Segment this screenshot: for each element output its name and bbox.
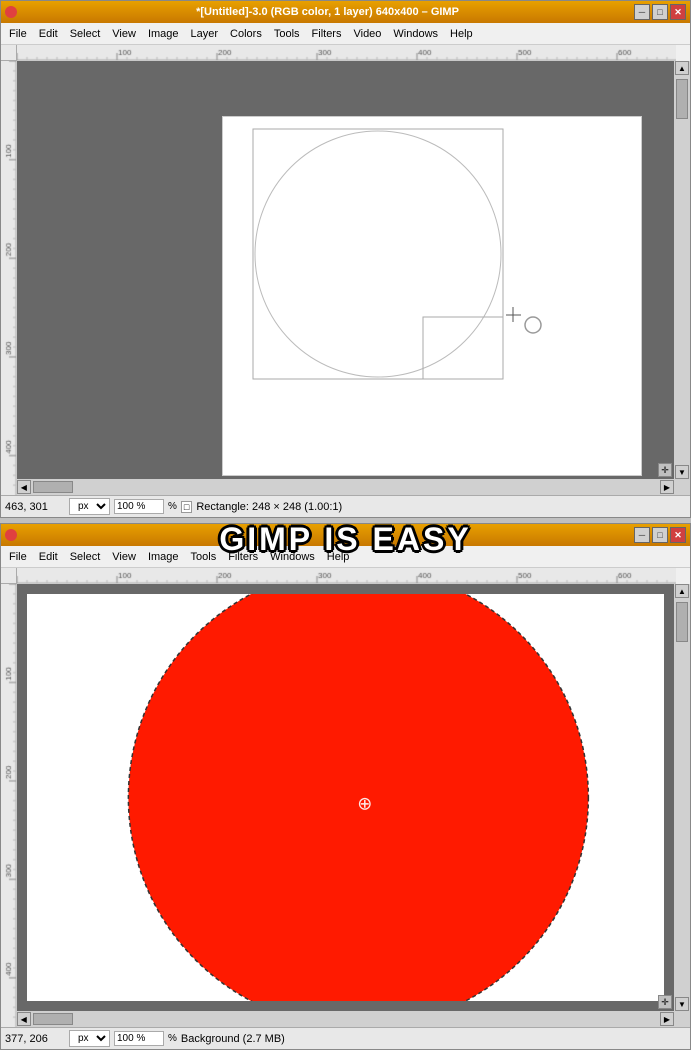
- menu-tools-1[interactable]: Tools: [268, 26, 306, 42]
- menu-image-2[interactable]: Image: [142, 549, 185, 565]
- menu-edit-2[interactable]: Edit: [33, 549, 64, 565]
- scrollbar-vertical-2[interactable]: ▲ ▼: [674, 584, 690, 1011]
- canvas-white-1: [222, 116, 642, 476]
- scroll-down-2[interactable]: ▼: [675, 997, 689, 1011]
- menu-layer-1[interactable]: Layer: [185, 26, 225, 42]
- unit-select-1[interactable]: px: [69, 498, 110, 515]
- scroll-corner-1: [674, 479, 690, 495]
- selection-icon-1: □: [181, 501, 192, 513]
- scroll-thumb-v-2[interactable]: [676, 602, 688, 642]
- statusbar-1: 463, 301 px % □ Rectangle: 248 × 248 (1.…: [1, 495, 690, 517]
- scrollbar-horizontal-1[interactable]: ◀ ▶: [17, 479, 674, 495]
- ruler-horizontal-2: [17, 568, 676, 584]
- menu-image-1[interactable]: Image: [142, 26, 185, 42]
- unit-select-2[interactable]: px: [69, 1030, 110, 1047]
- scroll-thumb-v-1[interactable]: [676, 79, 688, 119]
- statusbar-2: 377, 206 px % Background (2.7 MB): [1, 1027, 690, 1049]
- scroll-right-2[interactable]: ▶: [660, 1012, 674, 1026]
- zoom-input-2[interactable]: [114, 1031, 164, 1046]
- menu-select-2[interactable]: Select: [64, 549, 107, 565]
- close-button-1[interactable]: ✕: [670, 4, 686, 20]
- canvas-white-2: ⊕: [27, 594, 664, 1001]
- scroll-left-1[interactable]: ◀: [17, 480, 31, 494]
- menu-video-1[interactable]: Video: [347, 26, 387, 42]
- window-title-1: *[Untitled]-3.0 (RGB color, 1 layer) 640…: [21, 6, 634, 18]
- canvas-area-2: ⊕ ▲ ▼ ◀ ▶ ✛: [17, 584, 690, 1027]
- menu-file-2[interactable]: File: [3, 549, 33, 565]
- menu-select-1[interactable]: Select: [64, 26, 107, 42]
- menu-edit-1[interactable]: Edit: [33, 26, 64, 42]
- window-2: GIMP IS EASY GIMP IS EASY ─ □ ✕ File Edi…: [0, 523, 691, 1050]
- scrollbar-vertical-1[interactable]: ▲ ▼: [674, 61, 690, 479]
- scroll-thumb-h-1[interactable]: [33, 481, 73, 493]
- window-icon-1: [5, 6, 17, 18]
- canvas-area-1: ▲ ▼ ◀ ▶ ✛: [17, 61, 690, 495]
- menubar-1: File Edit Select View Image Layer Colors…: [1, 23, 690, 45]
- titlebar-1: *[Untitled]-3.0 (RGB color, 1 layer) 640…: [1, 1, 690, 23]
- ruler-vertical-2: [1, 584, 17, 1027]
- menu-colors-1[interactable]: Colors: [224, 26, 268, 42]
- status-info-2: Background (2.7 MB): [181, 1033, 686, 1045]
- status-info-1: Rectangle: 248 × 248 (1.00:1): [196, 501, 686, 513]
- canvas-drawing-2: ⊕: [27, 594, 664, 1001]
- scroll-up-1[interactable]: ▲: [675, 61, 689, 75]
- menu-help-1[interactable]: Help: [444, 26, 479, 42]
- ruler-vertical-1: [1, 61, 17, 495]
- scroll-left-2[interactable]: ◀: [17, 1012, 31, 1026]
- window-1: *[Untitled]-3.0 (RGB color, 1 layer) 640…: [0, 0, 691, 518]
- menu-tools-2[interactable]: Tools: [185, 549, 223, 565]
- maximize-button-1[interactable]: □: [652, 4, 668, 20]
- menu-view-1[interactable]: View: [106, 26, 142, 42]
- zoom-percent-1: %: [168, 501, 177, 512]
- nav-icon-1[interactable]: ✛: [658, 463, 672, 477]
- coords-1: 463, 301: [5, 501, 65, 513]
- coords-2: 377, 206: [5, 1033, 65, 1045]
- window-icon-2: [5, 529, 17, 541]
- scroll-right-1[interactable]: ▶: [660, 480, 674, 494]
- maximize-button-2[interactable]: □: [652, 527, 668, 543]
- svg-text:⊕: ⊕: [357, 794, 372, 814]
- scrollbar-horizontal-2[interactable]: ◀ ▶: [17, 1011, 674, 1027]
- zoom-input-1[interactable]: [114, 499, 164, 514]
- ruler-corner-2: [1, 568, 17, 584]
- ruler-horizontal-1: [17, 45, 676, 61]
- menu-filters-1[interactable]: Filters: [306, 26, 348, 42]
- titlebar-buttons-2: ─ □ ✕: [634, 527, 686, 543]
- minimize-button-2[interactable]: ─: [634, 527, 650, 543]
- scroll-down-1[interactable]: ▼: [675, 465, 689, 479]
- titlebar-2: GIMP IS EASY GIMP IS EASY ─ □ ✕: [1, 524, 690, 546]
- gimp-easy-overlay: GIMP IS EASY: [219, 521, 471, 558]
- menu-file-1[interactable]: File: [3, 26, 33, 42]
- menu-windows-1[interactable]: Windows: [387, 26, 444, 42]
- scroll-corner-2: [674, 1011, 690, 1027]
- scroll-up-2[interactable]: ▲: [675, 584, 689, 598]
- ruler-corner-1: [1, 45, 17, 61]
- menu-view-2[interactable]: View: [106, 549, 142, 565]
- canvas-drawing-1: [223, 117, 643, 477]
- zoom-percent-2: %: [168, 1033, 177, 1044]
- nav-icon-2[interactable]: ✛: [658, 995, 672, 1009]
- scroll-thumb-h-2[interactable]: [33, 1013, 73, 1025]
- minimize-button-1[interactable]: ─: [634, 4, 650, 20]
- titlebar-buttons-1: ─ □ ✕: [634, 4, 686, 20]
- close-button-2[interactable]: ✕: [670, 527, 686, 543]
